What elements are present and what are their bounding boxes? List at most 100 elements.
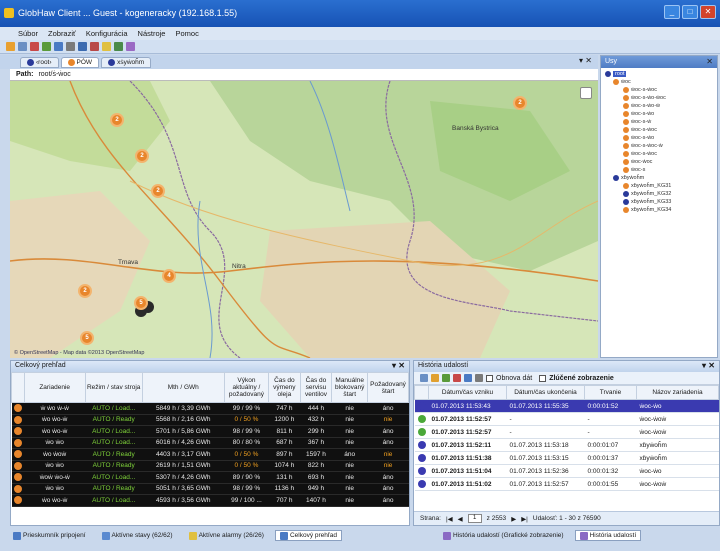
alarm-icon[interactable] (102, 42, 111, 51)
table-row[interactable]: ẇ ẇo ẇ-ẇ AUTO / Load... 5849 h / 3,39 GWh 9… (11, 402, 409, 415)
edit-icon[interactable] (30, 42, 39, 51)
next-page-icon[interactable]: ▶ (511, 515, 516, 523)
tree-node[interactable]: xḃyẇoĥm_KG31 (605, 182, 713, 190)
tree-node[interactable]: xḃyẇoĥm_KG32 (605, 190, 713, 198)
menu-view[interactable]: Zobraziť (48, 29, 76, 40)
tab-overview[interactable]: Celkový prehľad (274, 530, 343, 541)
settings-icon[interactable] (66, 42, 75, 51)
table-row[interactable]: ẇo ẇo AUTO / Ready 2619 h / 1,51 GWh 0 / 50… (11, 460, 409, 472)
menu-tools[interactable]: Nástroje (138, 29, 166, 40)
event-row[interactable]: 01.07.2013 11:51:38 01.07.2013 11:53:15 0:… (414, 451, 719, 465)
column-header[interactable]: Manuálne blokovaný štart (331, 372, 369, 403)
tree-node[interactable]: xḃyẇoĥm (605, 174, 713, 182)
tree-node[interactable]: ẇoc-s-ẇoc (605, 126, 713, 134)
refresh-checkbox[interactable] (486, 374, 493, 382)
monitor-icon[interactable] (78, 42, 87, 51)
menu-help[interactable]: Pomoc (175, 29, 198, 40)
tab-close-icon[interactable]: ▾ ✕ (579, 56, 592, 65)
map-cluster[interactable]: 5 (134, 296, 148, 310)
chart-icon[interactable] (114, 42, 123, 51)
window-icon[interactable] (54, 42, 63, 51)
column-header[interactable]: Dátum/čas vzniku (428, 385, 507, 400)
tree-node[interactable]: ẇoc-s-ẇo-ẇoc (605, 94, 713, 102)
column-header[interactable]: Trvanie (584, 385, 637, 400)
tab-event-history[interactable]: História udalostí (574, 530, 642, 541)
tab-pow[interactable]: PÓW (60, 57, 100, 68)
maximize-button[interactable]: □ (682, 5, 698, 19)
tree-node[interactable]: ẇoc-s-ẇoc (605, 86, 713, 94)
minimize-button[interactable]: _ (664, 5, 680, 19)
map-cluster[interactable]: 2 (513, 96, 527, 110)
list-icon[interactable] (18, 42, 27, 51)
panel-close-icon[interactable]: ▾ ✕ (702, 361, 715, 370)
event-row[interactable]: 01.07.2013 11:52:57- - ẇoc-ẇoẇ (414, 425, 719, 439)
tab-active-alarms[interactable]: Aktívne alarmy (26/26) (184, 530, 269, 541)
tree-node[interactable]: ẇoc (605, 78, 713, 86)
map-cluster[interactable]: 2 (135, 149, 149, 163)
refresh-icon[interactable] (420, 374, 428, 382)
table-row[interactable]: ẇo ẇo AUTO / Load... 6016 h / 4,26 GWh 80 /… (11, 437, 409, 449)
tree-node[interactable]: ẇoc-s-ẇo (605, 110, 713, 118)
table-row[interactable]: ẇo ẇo-ẇ AUTO / Load... 5701 h / 5,86 GWh 98… (11, 425, 409, 438)
column-header[interactable]: Čas do výmeny oleja (268, 372, 301, 403)
history-icon[interactable] (126, 42, 135, 51)
event-row[interactable]: 01.07.2013 11:51:04 01.07.2013 11:52:36 0:… (414, 464, 719, 478)
filter-add-icon[interactable] (442, 374, 450, 382)
table-row[interactable]: ẇo ẇo AUTO / Ready 5051 h / 3,65 GWh 98 / 9… (11, 483, 409, 495)
tree-node[interactable]: ẇoc-ẇoc (605, 158, 713, 166)
menu-file[interactable]: Súbor (18, 29, 38, 40)
panel-pin-icon[interactable]: ✕ (706, 57, 713, 66)
column-header[interactable]: Požadovaný štart (367, 372, 409, 403)
open-icon[interactable] (6, 42, 15, 51)
stop-icon[interactable] (90, 42, 99, 51)
table-row[interactable]: ẇo ẇo-ẇ AUTO / Load... 4593 h / 3,56 GWh 99… (11, 494, 409, 507)
tab-third[interactable]: xṡyẇoĥm (101, 57, 152, 68)
tree-node[interactable]: ẇoc-s-ẇo-ẇ (605, 102, 713, 110)
fullscreen-icon[interactable] (580, 87, 592, 99)
first-page-icon[interactable]: |◀ (446, 515, 453, 523)
map-cluster[interactable]: 2 (110, 113, 124, 127)
tree-node[interactable]: xḃyẇoĥm_KG33 (605, 198, 713, 206)
close-button[interactable]: ✕ (700, 5, 716, 19)
column-header[interactable]: Čas do servisu ventilov (299, 372, 333, 403)
columns-icon[interactable] (475, 374, 483, 382)
panel-close-icon[interactable]: ▾ ✕ (392, 361, 405, 370)
prev-page-icon[interactable]: ◀ (458, 515, 463, 523)
last-page-icon[interactable]: ▶| (521, 515, 528, 523)
filter-icon[interactable] (431, 374, 439, 382)
table-row[interactable]: ẇo ẇoẇ AUTO / Ready 4403 h / 3,17 GWh 0 / 5… (11, 448, 409, 461)
menu-configuration[interactable]: Konfigurácia (86, 29, 128, 40)
table-row[interactable]: ẇoẇ ẇo-ẇ AUTO / Load... 5307 h / 4,26 GWh 8… (11, 471, 409, 484)
tree-node[interactable]: ẇoc-s (605, 166, 713, 174)
tab-active-states[interactable]: Aktívne stavy (62/62) (97, 530, 178, 541)
column-header[interactable]: Zariadenie (23, 372, 86, 403)
map-cluster[interactable]: 2 (78, 284, 92, 298)
grouped-checkbox[interactable] (539, 374, 547, 382)
tab-event-history-graphic[interactable]: História udalostí (Grafické zobrazenie) (438, 530, 569, 541)
event-row[interactable]: 01.07.2013 11:51:02 01.07.2013 11:52:57 0:… (414, 477, 719, 491)
tree-node[interactable]: ẇoc-s-ẇoc-ẇ (605, 142, 713, 150)
event-row[interactable]: 01.07.2013 11:52:57- - ẇoc-ẇoẇ (414, 412, 719, 426)
tab-root[interactable]: ‹root› (20, 57, 59, 68)
tree-node[interactable]: root (605, 70, 713, 78)
column-header[interactable]: Dátum/čas ukončenia (506, 385, 585, 400)
tree-node[interactable]: ẇoc-s-ẇo (605, 134, 713, 142)
map-cluster[interactable]: 2 (151, 184, 165, 198)
tree-node[interactable]: xḃyẇoĥm_KG34 (605, 206, 713, 214)
page-input[interactable]: 1 (467, 514, 482, 523)
tab-connection-explorer[interactable]: Prieskumník pripojení (8, 530, 91, 541)
event-row[interactable]: 01.07.2013 11:53:43 01.07.2013 11:55:35 0:… (414, 399, 719, 413)
save-icon[interactable] (464, 374, 472, 382)
event-row[interactable]: 01.07.2013 11:52:11 01.07.2013 11:53:18 0:… (414, 438, 719, 452)
tree-node[interactable]: ẇoc-s-ẇ (605, 118, 713, 126)
tree-node[interactable]: ẇoc-s-ẇoc (605, 150, 713, 158)
column-header[interactable]: Výkon aktuálny / požadovaný (223, 372, 270, 403)
column-header[interactable]: Režim / stav stroja (84, 372, 143, 403)
map-view[interactable]: Banská Bystrica Trnava Nitra 2 2 2 2 4 2… (10, 81, 598, 358)
table-row[interactable]: ẇo ẇo-ẇ AUTO / Ready 5568 h / 2,16 GWh 0 / … (11, 414, 409, 426)
clear-icon[interactable] (453, 374, 461, 382)
report-icon[interactable] (42, 42, 51, 51)
map-cluster[interactable]: 5 (80, 331, 94, 345)
column-header[interactable]: Mth / GWh (141, 372, 225, 403)
map-cluster[interactable]: 4 (162, 269, 176, 283)
